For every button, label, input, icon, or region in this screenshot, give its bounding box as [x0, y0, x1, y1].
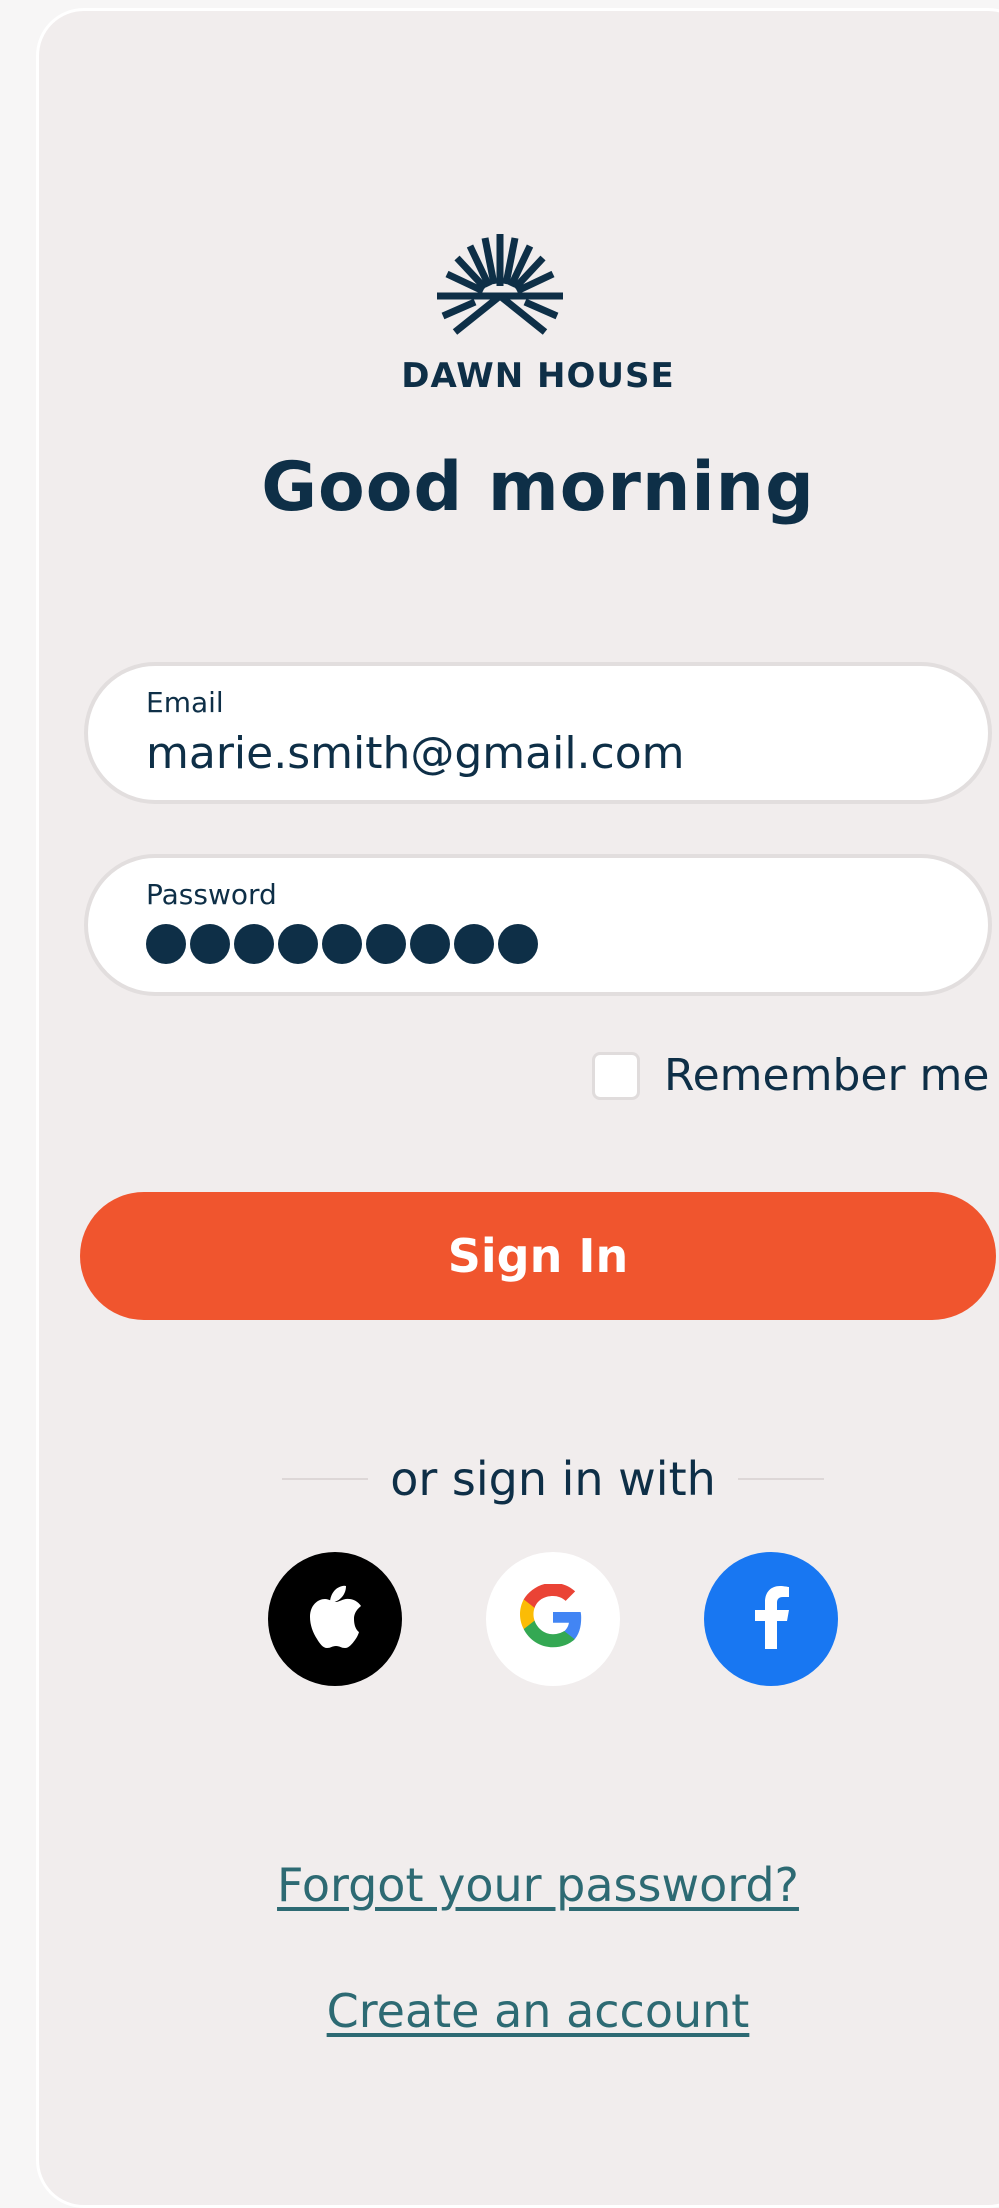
email-value[interactable]: marie.smith@gmail.com	[146, 728, 685, 779]
password-field[interactable]: Password	[84, 854, 992, 996]
email-field[interactable]: Email marie.smith@gmail.com	[84, 662, 992, 804]
password-mask-dot	[322, 924, 362, 964]
password-mask-dot	[190, 924, 230, 964]
facebook-sign-in-button[interactable]	[704, 1552, 838, 1686]
social-divider: or sign in with	[282, 1452, 824, 1506]
password-label: Password	[146, 878, 277, 911]
brand-name: DAWN HOUSE	[401, 356, 675, 396]
apple-icon	[306, 1584, 364, 1654]
password-mask-dot	[278, 924, 318, 964]
divider-text: or sign in with	[390, 1452, 716, 1506]
password-value[interactable]	[146, 924, 538, 964]
apple-sign-in-button[interactable]	[268, 1552, 402, 1686]
divider-line-right	[737, 1478, 824, 1480]
password-mask-dot	[146, 924, 186, 964]
sign-in-button[interactable]: Sign In	[80, 1192, 996, 1320]
password-mask-dot	[498, 924, 538, 964]
email-label: Email	[146, 686, 224, 719]
remember-me[interactable]: Remember me	[592, 1050, 989, 1101]
password-mask-dot	[454, 924, 494, 964]
forgot-password-link[interactable]: Forgot your password?	[0, 1858, 999, 1912]
password-mask-dot	[410, 924, 450, 964]
password-mask-dot	[366, 924, 406, 964]
facebook-icon	[749, 1585, 793, 1653]
google-sign-in-button[interactable]	[486, 1552, 620, 1686]
remember-me-checkbox[interactable]	[592, 1051, 640, 1100]
remember-me-label[interactable]: Remember me	[664, 1050, 989, 1101]
google-icon	[520, 1582, 586, 1654]
create-account-link[interactable]: Create an account	[0, 1984, 999, 2038]
page-title: Good morning	[261, 448, 815, 527]
divider-line-left	[282, 1478, 369, 1480]
password-mask-dot	[234, 924, 274, 964]
sunrise-icon	[0, 226, 999, 338]
